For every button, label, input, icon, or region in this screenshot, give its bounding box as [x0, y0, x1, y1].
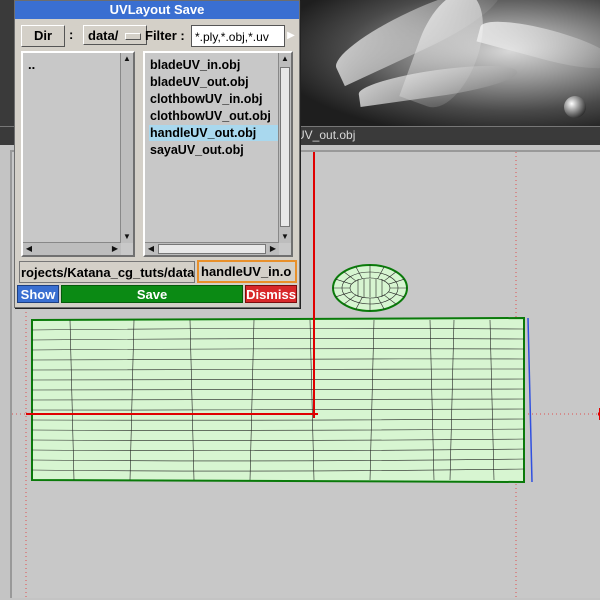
file-list[interactable]: bladeUV_in.obj bladeUV_out.obj clothbowU… [143, 51, 293, 257]
dir-select-value: data/ [88, 28, 119, 43]
viewport-title: UV_out.obj [296, 128, 356, 142]
show-button[interactable]: Show [17, 285, 59, 303]
scroll-thumb[interactable] [158, 244, 266, 254]
dir-separator: : [69, 27, 74, 42]
filter-input[interactable]: *.ply,*.obj,*.uv [191, 25, 285, 47]
scroll-down-icon[interactable]: ▼ [121, 231, 133, 243]
horizontal-scrollbar[interactable]: ◀ ▶ [23, 242, 121, 255]
save-button[interactable]: Save [61, 285, 243, 303]
vertical-scrollbar[interactable]: ▲ ▼ [278, 53, 291, 243]
file-item[interactable]: sayaUV_out.obj [149, 142, 282, 158]
file-item-selected[interactable]: handleUV_out.obj [149, 125, 282, 141]
dropdown-icon [125, 33, 141, 40]
dialog-title[interactable]: UVLayout Save [15, 1, 299, 19]
path-field[interactable]: rojects/Katana_cg_tuts/data/ [19, 261, 195, 283]
scroll-right-icon[interactable]: ▶ [267, 243, 279, 255]
filter-label: Filter : [145, 28, 185, 43]
file-item[interactable]: bladeUV_out.obj [149, 74, 282, 90]
desktop-wallpaper [298, 0, 600, 128]
uv-right-edge [527, 317, 533, 483]
dir-button[interactable]: Dir [21, 25, 65, 47]
scroll-left-icon[interactable]: ◀ [145, 243, 157, 255]
scroll-right-icon[interactable]: ▶ [109, 243, 121, 255]
file-item[interactable]: bladeUV_in.obj [149, 57, 282, 73]
filename-input[interactable]: handleUV_in.o [197, 260, 297, 283]
scroll-down-icon[interactable]: ▼ [279, 231, 291, 243]
uvlayout-save-dialog: UVLayout Save Dir : data/ Filter : *.ply… [14, 0, 300, 308]
uv-shell-oval [332, 264, 408, 312]
directory-list[interactable]: .. ▲ ▼ ◀ ▶ [21, 51, 135, 257]
dismiss-button[interactable]: Dismiss [245, 285, 297, 303]
uv-shell-main [31, 316, 525, 484]
scroll-left-icon[interactable]: ◀ [23, 243, 35, 255]
scroll-up-icon[interactable]: ▲ [279, 53, 291, 65]
scroll-thumb[interactable] [280, 67, 290, 227]
horizontal-scrollbar[interactable]: ◀ ▶ [145, 242, 279, 255]
list-item[interactable]: .. [28, 57, 35, 72]
filter-scroll-arrow-icon[interactable]: ▶ [285, 25, 297, 47]
vertical-scrollbar[interactable]: ▲ ▼ [120, 53, 133, 243]
scroll-up-icon[interactable]: ▲ [121, 53, 133, 65]
dir-select[interactable]: data/ [83, 25, 147, 45]
file-item[interactable]: clothbowUV_in.obj [149, 91, 282, 107]
file-item[interactable]: clothbowUV_out.obj [149, 108, 282, 124]
